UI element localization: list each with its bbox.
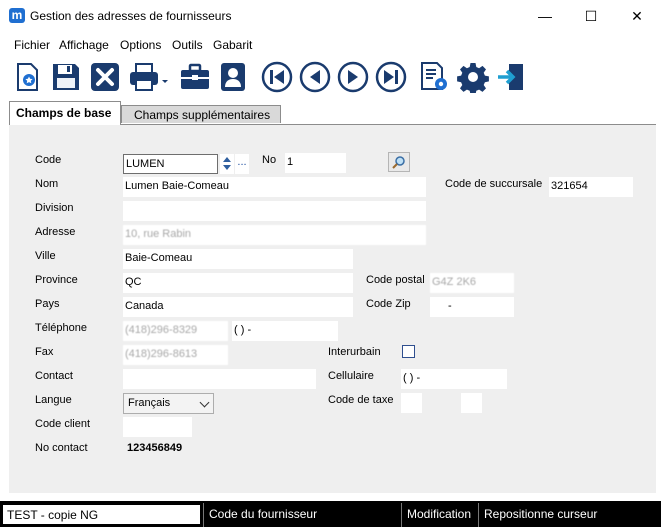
telephone-field[interactable]: (418)296-8329 <box>123 321 228 341</box>
delete-button[interactable] <box>87 59 123 95</box>
tab-champs-de-base[interactable]: Champs de base <box>9 101 121 125</box>
status-database: TEST - copie NG <box>2 504 201 525</box>
langue-select[interactable]: Français <box>123 393 214 414</box>
code-postal-field[interactable]: G4Z 2K6 <box>430 273 514 293</box>
first-record-icon <box>261 61 293 93</box>
document-settings-button[interactable] <box>416 59 452 95</box>
window-title: Gestion des adresses de fournisseurs <box>30 9 232 23</box>
menu-outils[interactable]: Outils <box>172 38 203 52</box>
division-label: Division <box>35 202 74 214</box>
no-contact-value: 123456849 <box>127 442 183 454</box>
tab-champs-supplementaires[interactable]: Champs supplémentaires <box>121 105 281 123</box>
fax-field[interactable]: (418)296-8613 <box>123 345 228 365</box>
contact-label: Contact <box>35 370 73 382</box>
nom-label: Nom <box>35 178 59 190</box>
document-settings-icon <box>421 62 447 90</box>
menu-fichier[interactable]: Fichier <box>14 38 50 52</box>
telephone-extension-field[interactable]: ( ) - <box>232 321 338 341</box>
app-logo-icon: m <box>9 8 25 23</box>
pays-field[interactable]: Canada <box>123 297 353 317</box>
code-client-field[interactable] <box>123 417 192 437</box>
interurbain-checkbox[interactable] <box>402 345 415 358</box>
status-bar: TEST - copie NG Code du fournisseur Modi… <box>0 501 661 527</box>
adresse-label: Adresse <box>35 226 76 238</box>
new-record-button[interactable] <box>9 59 45 95</box>
last-record-icon <box>375 61 407 93</box>
ville-label: Ville <box>35 250 56 262</box>
previous-record-button[interactable] <box>297 59 333 95</box>
close-window-button[interactable]: ✕ <box>614 0 660 32</box>
menu-bar: Fichier Affichage Options Outils Gabarit <box>0 35 661 55</box>
exit-button[interactable] <box>493 59 529 95</box>
code-field[interactable]: LUMEN <box>123 154 218 174</box>
adresse-field[interactable]: 10, rue Rabin <box>123 225 426 245</box>
fax-label: Fax <box>35 346 54 358</box>
menu-affichage[interactable]: Affichage <box>59 38 109 52</box>
cellulaire-label: Cellulaire <box>328 370 374 382</box>
previous-record-icon <box>299 61 331 93</box>
toolbar <box>0 57 661 99</box>
code-succursale-field[interactable]: 321654 <box>549 177 633 197</box>
last-record-button[interactable] <box>373 59 409 95</box>
code-taxe-field-1[interactable] <box>401 393 422 413</box>
province-field[interactable]: QC <box>123 273 353 293</box>
search-button[interactable] <box>388 152 410 172</box>
nom-field[interactable]: Lumen Baie-Comeau <box>123 177 426 197</box>
minimize-button[interactable]: — <box>522 0 568 32</box>
save-icon <box>53 64 79 90</box>
delete-icon <box>91 63 119 91</box>
save-button[interactable] <box>48 59 84 95</box>
next-record-button[interactable] <box>335 59 371 95</box>
briefcase-button[interactable] <box>177 59 213 95</box>
province-label: Province <box>35 274 78 286</box>
interurbain-label: Interurbain <box>328 346 381 358</box>
ville-field[interactable]: Baie-Comeau <box>123 249 353 269</box>
code-taxe-field-2[interactable] <box>461 393 482 413</box>
print-button[interactable] <box>126 59 170 95</box>
contact-field[interactable] <box>123 369 316 389</box>
no-field[interactable]: 1 <box>285 153 346 173</box>
spin-up-icon <box>223 157 231 162</box>
code-succursale-label: Code de succursale <box>445 178 543 190</box>
code-label: Code <box>35 154 62 166</box>
title-bar: m Gestion des adresses de fournisseurs —… <box>0 0 661 32</box>
cellulaire-field[interactable]: ( ) - <box>401 369 507 389</box>
code-taxe-label: Code de taxe <box>328 394 394 406</box>
contact-card-icon <box>221 63 245 91</box>
menu-gabarit[interactable]: Gabarit <box>213 38 252 52</box>
contact-card-button[interactable] <box>215 59 251 95</box>
spin-down-icon <box>223 165 231 170</box>
code-zip-field[interactable]: - <box>430 297 514 317</box>
new-record-icon <box>17 63 38 91</box>
code-browse-button[interactable]: ... <box>235 154 249 174</box>
search-icon <box>392 156 405 169</box>
no-label: No <box>262 154 277 166</box>
code-postal-label: Code postal <box>366 274 425 286</box>
print-icon <box>130 63 168 91</box>
settings-gear-icon <box>457 63 489 93</box>
chevron-down-icon <box>199 397 210 408</box>
langue-selected-value: Français <box>128 397 171 409</box>
code-spinner[interactable] <box>220 154 234 174</box>
no-contact-label: No contact <box>35 442 88 454</box>
status-field-name: Code du fournisseur <box>203 503 397 527</box>
telephone-label: Téléphone <box>35 322 87 334</box>
pays-label: Pays <box>35 298 60 310</box>
status-hint: Repositionne curseur <box>478 503 633 527</box>
division-field[interactable] <box>123 201 426 221</box>
status-mode: Modification <box>401 503 478 527</box>
exit-icon <box>498 64 523 90</box>
tab-strip: Champs de base Champs supplémentaires <box>0 99 661 125</box>
langue-label: Langue <box>35 394 72 406</box>
briefcase-icon <box>181 63 209 89</box>
next-record-icon <box>337 61 369 93</box>
settings-button[interactable] <box>455 59 491 95</box>
code-client-label: Code client <box>35 418 91 430</box>
maximize-button[interactable]: ☐ <box>568 0 614 32</box>
menu-options[interactable]: Options <box>120 38 161 52</box>
code-zip-label: Code Zip <box>366 298 411 310</box>
first-record-button[interactable] <box>259 59 295 95</box>
